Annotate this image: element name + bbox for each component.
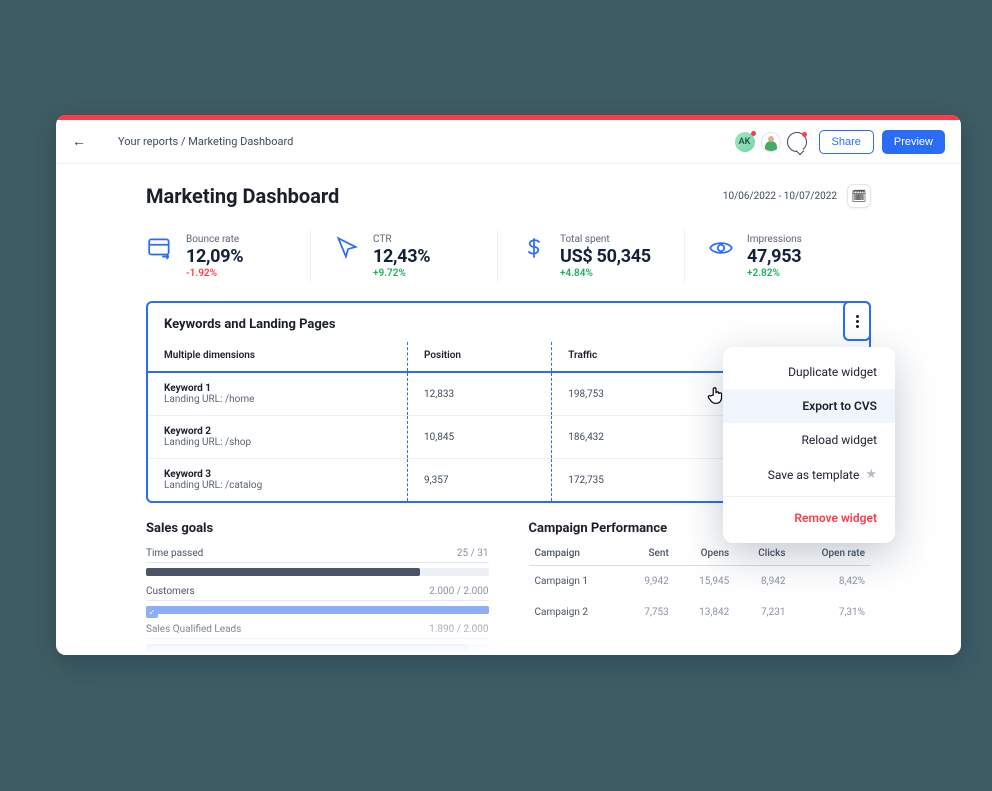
sales-goals-title: Sales goals bbox=[146, 521, 489, 536]
kpi-delta: +4.84% bbox=[560, 268, 651, 279]
kpi-impressions: Impressions 47,953 +2.82% bbox=[684, 230, 871, 283]
widget-menu-button[interactable] bbox=[843, 301, 871, 341]
content: Marketing Dashboard 10/06/2022 - 10/07/2… bbox=[56, 164, 961, 655]
header: ← Your reports / Marketing Dashboard AK … bbox=[56, 120, 961, 164]
kpi-delta: -1.92% bbox=[186, 268, 243, 279]
table-row: Campaign 1 9,942 15,945 8,942 8,42% bbox=[529, 566, 872, 598]
calendar-icon: 🗓 bbox=[851, 189, 866, 203]
browser-exit-icon bbox=[146, 234, 174, 262]
breadcrumb-current: Marketing Dashboard bbox=[188, 135, 293, 148]
kpi-row: Bounce rate 12,09% -1.92% CTR 12,43% +9.… bbox=[146, 230, 871, 283]
goal-sql: Sales Qualified Leads1.890 / 2.000 bbox=[146, 624, 489, 652]
menu-export-csv[interactable]: Export to CVS bbox=[723, 389, 895, 423]
preview-button[interactable]: Preview bbox=[882, 130, 945, 154]
star-icon: ★ bbox=[865, 467, 877, 482]
comments-icon[interactable] bbox=[787, 132, 807, 152]
kpi-label: Impressions bbox=[747, 234, 802, 245]
widget-keywords: Keywords and Landing Pages Multiple dime… bbox=[146, 301, 871, 503]
date-picker-button[interactable]: 🗓 bbox=[847, 184, 871, 208]
table-row: Campaign 2 7,753 13,842 7,231 7,31% bbox=[529, 597, 872, 628]
kpi-label: Total spent bbox=[560, 234, 651, 245]
col-open-rate: Open rate bbox=[792, 548, 872, 566]
kpi-value: US$ 50,345 bbox=[560, 246, 651, 267]
progress-bar: ✓ bbox=[146, 606, 489, 614]
col-sent: Sent bbox=[622, 548, 674, 566]
dollar-icon bbox=[520, 234, 548, 262]
menu-save-template[interactable]: Save as template ★ bbox=[723, 457, 895, 492]
kpi-delta: +2.82% bbox=[747, 268, 802, 279]
widget-menu: Duplicate widget Export to CVS Reload wi… bbox=[723, 347, 895, 543]
col-campaign: Campaign bbox=[529, 548, 623, 566]
menu-divider bbox=[723, 496, 895, 497]
widget-title: Keywords and Landing Pages bbox=[164, 317, 853, 332]
avatar-user-2[interactable] bbox=[761, 132, 781, 152]
breadcrumb[interactable]: Your reports / Marketing Dashboard bbox=[118, 135, 293, 148]
kpi-label: CTR bbox=[373, 234, 430, 245]
breadcrumb-root: Your reports / bbox=[118, 135, 188, 148]
menu-duplicate[interactable]: Duplicate widget bbox=[723, 355, 895, 389]
back-button[interactable]: ← bbox=[72, 133, 92, 150]
kpi-ctr: CTR 12,43% +9.72% bbox=[310, 230, 497, 283]
title-row: Marketing Dashboard 10/06/2022 - 10/07/2… bbox=[146, 184, 871, 208]
goal-time-passed: Time passed25 / 31 bbox=[146, 548, 489, 576]
col-position: Position bbox=[408, 342, 552, 372]
progress-bar bbox=[146, 644, 489, 652]
sales-goals-panel: Sales goals Time passed25 / 31 Customers… bbox=[146, 521, 489, 655]
date-range-text: 10/06/2022 - 10/07/2022 bbox=[723, 191, 837, 202]
progress-bar bbox=[146, 568, 489, 576]
kpi-value: 47,953 bbox=[747, 246, 802, 267]
kpi-label: Bounce rate bbox=[186, 234, 243, 245]
kpi-delta: +9.72% bbox=[373, 268, 430, 279]
col-clicks: Clicks bbox=[735, 548, 791, 566]
check-icon: ✓ bbox=[146, 606, 158, 618]
campaign-table: Campaign Sent Opens Clicks Open rate Cam… bbox=[529, 548, 872, 628]
col-opens: Opens bbox=[675, 548, 735, 566]
eye-icon bbox=[707, 234, 735, 262]
kpi-bounce-rate: Bounce rate 12,09% -1.92% bbox=[146, 230, 310, 283]
goal-customers: Customers2.000 / 2.000 ✓ bbox=[146, 586, 489, 614]
menu-remove[interactable]: Remove widget bbox=[723, 501, 895, 535]
menu-reload[interactable]: Reload widget bbox=[723, 423, 895, 457]
share-button[interactable]: Share bbox=[819, 130, 874, 154]
kpi-value: 12,43% bbox=[373, 246, 430, 267]
kpi-total-spent: Total spent US$ 50,345 +4.84% bbox=[497, 230, 684, 283]
col-dimensions: Multiple dimensions bbox=[148, 342, 408, 372]
pointer-hand-icon bbox=[705, 385, 727, 407]
page-title: Marketing Dashboard bbox=[146, 184, 723, 208]
kpi-value: 12,09% bbox=[186, 246, 243, 267]
cursor-arrow-icon bbox=[333, 234, 361, 262]
avatar-user-1[interactable]: AK bbox=[735, 132, 755, 152]
app-window: ← Your reports / Marketing Dashboard AK … bbox=[56, 115, 961, 655]
